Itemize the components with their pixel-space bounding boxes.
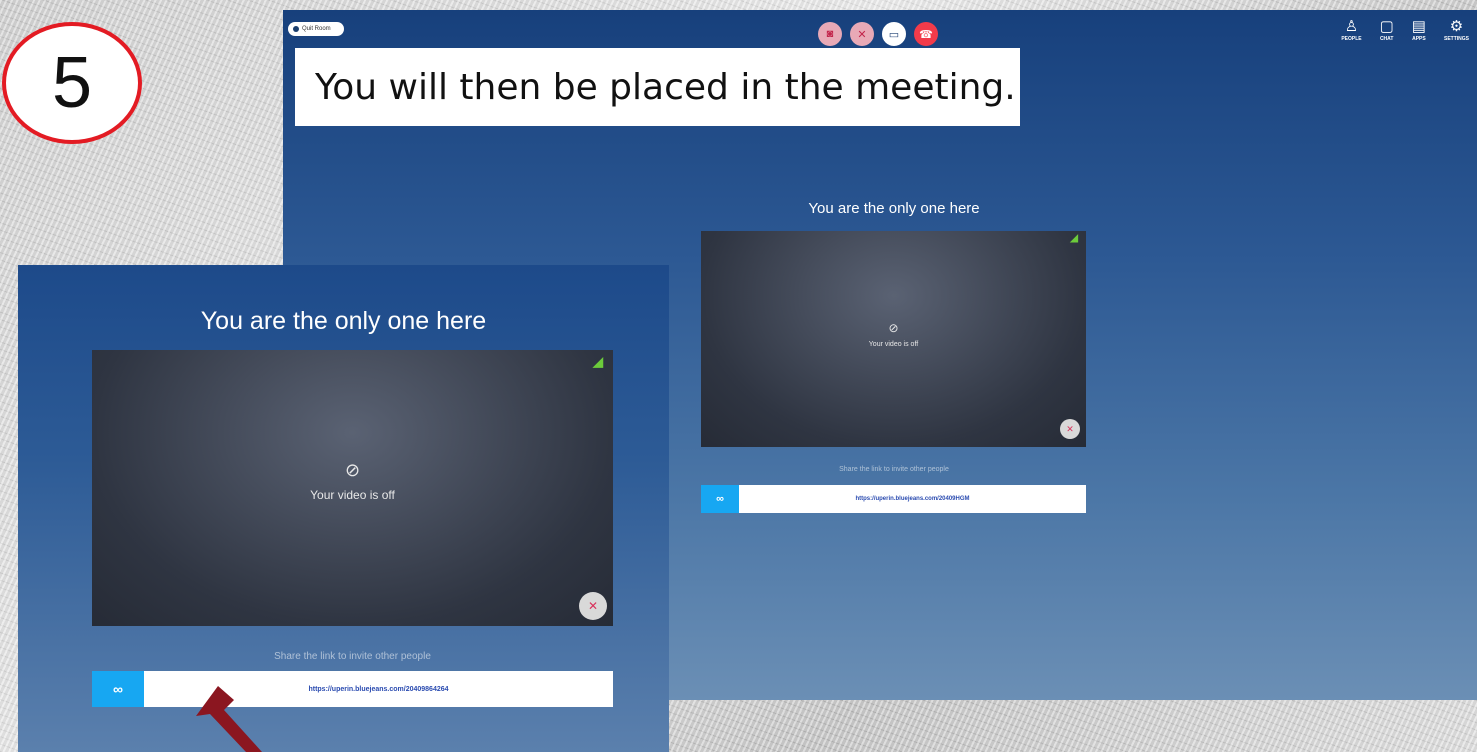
settings-button[interactable]: ⚙ SETTINGS xyxy=(1444,18,1469,42)
meeting-panel-zoomed: You are the only one here ◢ ⊘ Your video… xyxy=(18,265,669,752)
chat-label: CHAT xyxy=(1379,36,1394,42)
call-controls: ◙ ✕ ▭ ☎ xyxy=(818,22,938,46)
gear-icon: ⚙ xyxy=(1449,18,1464,35)
link-icon: ∞ xyxy=(716,493,724,505)
share-prompt: Share the link to invite other people xyxy=(274,651,431,662)
mic-button[interactable]: ✕ xyxy=(850,22,874,46)
only-one-here-title: You are the only one here xyxy=(200,307,487,335)
mic-off-icon: ✕ xyxy=(1066,423,1074,434)
copy-link-button[interactable]: ∞ xyxy=(92,671,144,707)
meeting-panel-small: You are the only one here ◢ ⊘ Your video… xyxy=(700,190,1088,520)
video-off-icon: ⊘ xyxy=(344,460,361,480)
apps-button[interactable]: ▤ APPS xyxy=(1412,18,1426,42)
self-mic-button[interactable]: ✕ xyxy=(1060,419,1080,439)
video-off-label: Your video is off xyxy=(868,341,919,348)
share-link-row: ∞ https://uperin.bluejeans.com/204098642… xyxy=(92,671,613,707)
apps-label: APPS xyxy=(1412,36,1426,42)
people-button[interactable]: ♙ PEOPLE xyxy=(1341,18,1361,42)
mic-off-icon: ✕ xyxy=(857,28,867,41)
camera-off-icon: ◙ xyxy=(826,28,834,40)
share-link-field[interactable]: https://uperin.bluejeans.com/20409HGM xyxy=(739,485,1086,513)
share-link-row: ∞ https://uperin.bluejeans.com/20409HGM xyxy=(701,485,1086,513)
copy-link-button[interactable]: ∞ xyxy=(701,485,739,513)
signal-icon: ◢ xyxy=(593,354,603,369)
pointer-arrow xyxy=(196,686,262,752)
instruction-caption: You will then be placed in the meeting. xyxy=(295,48,1020,126)
right-toolbar: ♙ PEOPLE ▢ CHAT ▤ APPS ⚙ SETTINGS xyxy=(1341,18,1469,42)
meeting-toolbar: Quit Room ◙ ✕ ▭ ☎ ♙ PEOPLE ▢ CHAT ▤ APPS… xyxy=(283,10,1477,50)
people-icon: ♙ xyxy=(1344,18,1359,35)
end-call-icon: ☎ xyxy=(919,28,933,41)
camera-button[interactable]: ◙ xyxy=(818,22,842,46)
apps-icon: ▤ xyxy=(1411,18,1426,35)
only-one-here-title: You are the only one here xyxy=(808,200,980,217)
share-prompt: Share the link to invite other people xyxy=(839,466,949,473)
video-off-icon: ⊘ xyxy=(888,321,899,335)
share-screen-button[interactable]: ▭ xyxy=(882,22,906,46)
step-number-badge: 5 xyxy=(2,22,142,144)
signal-icon: ◢ xyxy=(1070,233,1078,244)
self-mic-button[interactable]: ✕ xyxy=(579,592,607,620)
self-video-tile: ◢ ⊘ Your video is off ✕ xyxy=(92,350,613,626)
mic-off-icon: ✕ xyxy=(587,599,599,613)
end-call-button[interactable]: ☎ xyxy=(914,22,938,46)
chat-button[interactable]: ▢ CHAT xyxy=(1380,18,1394,42)
video-off-label: Your video is off xyxy=(310,488,395,502)
exit-room-button[interactable]: Quit Room xyxy=(288,22,344,36)
chat-icon: ▢ xyxy=(1379,18,1394,35)
people-label: PEOPLE xyxy=(1341,36,1362,42)
self-video-tile: ◢ ⊘ Your video is off ✕ xyxy=(701,231,1086,447)
settings-label: SETTINGS xyxy=(1443,36,1469,42)
share-screen-icon: ▭ xyxy=(888,28,900,41)
link-icon: ∞ xyxy=(113,681,123,697)
